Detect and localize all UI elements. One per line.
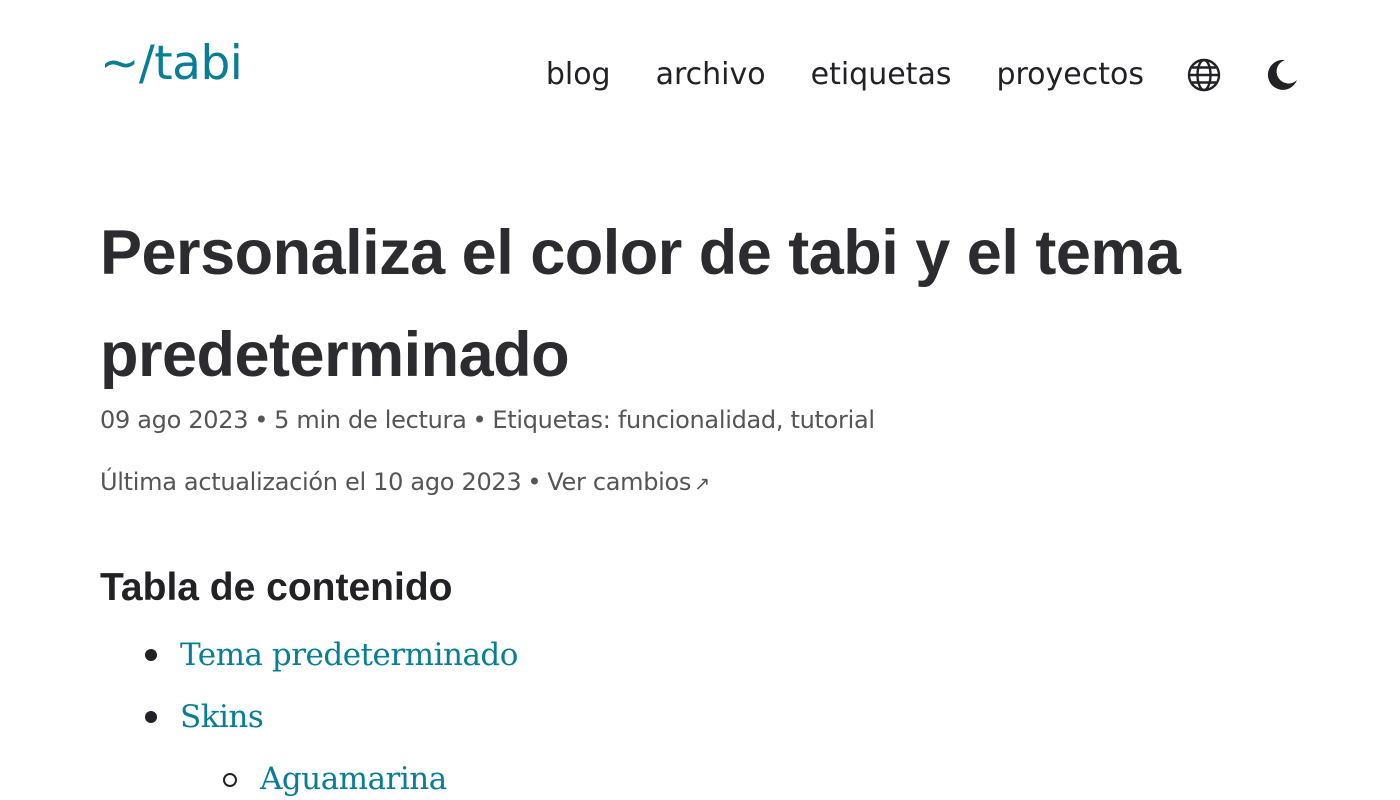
toc-link-skins[interactable]: Skins — [180, 694, 264, 740]
bullet-disc-icon — [145, 649, 157, 661]
post-date: 09 ago 2023 — [100, 406, 249, 434]
toc-link-aguamarina[interactable]: Aguamarina — [260, 756, 447, 800]
globe-icon[interactable] — [1186, 57, 1222, 93]
external-arrow-icon: ↗ — [694, 473, 710, 495]
meta-separator: • — [527, 468, 542, 496]
tags-joiner: , — [775, 406, 784, 434]
main-nav: blog archivo etiquetas proyectos — [501, 54, 1300, 96]
post-meta: 09 ago 2023 • 5 min de lectura • Etiquetas: … — [100, 406, 875, 434]
tag-link-funcionalidad[interactable]: funcionalidad — [618, 406, 776, 434]
nav-link-archivo[interactable]: archivo — [656, 60, 766, 90]
meta-separator: • — [254, 406, 269, 434]
post-updated: Última actualización el 10 ago 2023 • Ver … — [100, 468, 710, 496]
nav-link-etiquetas[interactable]: etiquetas — [811, 60, 952, 90]
tags-label: Etiquetas: — [492, 406, 611, 434]
nav-link-proyectos[interactable]: proyectos — [996, 60, 1144, 90]
meta-separator: • — [472, 406, 487, 434]
page-title: Personaliza el color de tabi y el tema p… — [100, 218, 1181, 390]
view-changes-label: Ver cambios — [547, 468, 692, 496]
toc-link-tema-predeterminado[interactable]: Tema predeterminado — [180, 632, 518, 678]
view-changes-link[interactable]: Ver cambios ↗ — [547, 468, 710, 496]
toc-heading: Tabla de contenido — [100, 566, 453, 609]
site-logo[interactable]: ~/tabi — [100, 40, 243, 87]
moon-icon[interactable] — [1264, 57, 1300, 93]
bullet-disc-icon — [145, 711, 157, 723]
bullet-circle-icon — [223, 773, 237, 787]
updated-text: Última actualización el 10 ago 2023 — [100, 468, 522, 496]
tag-link-tutorial[interactable]: tutorial — [791, 406, 876, 434]
reading-time: 5 min de lectura — [274, 406, 467, 434]
nav-link-blog[interactable]: blog — [546, 60, 611, 90]
